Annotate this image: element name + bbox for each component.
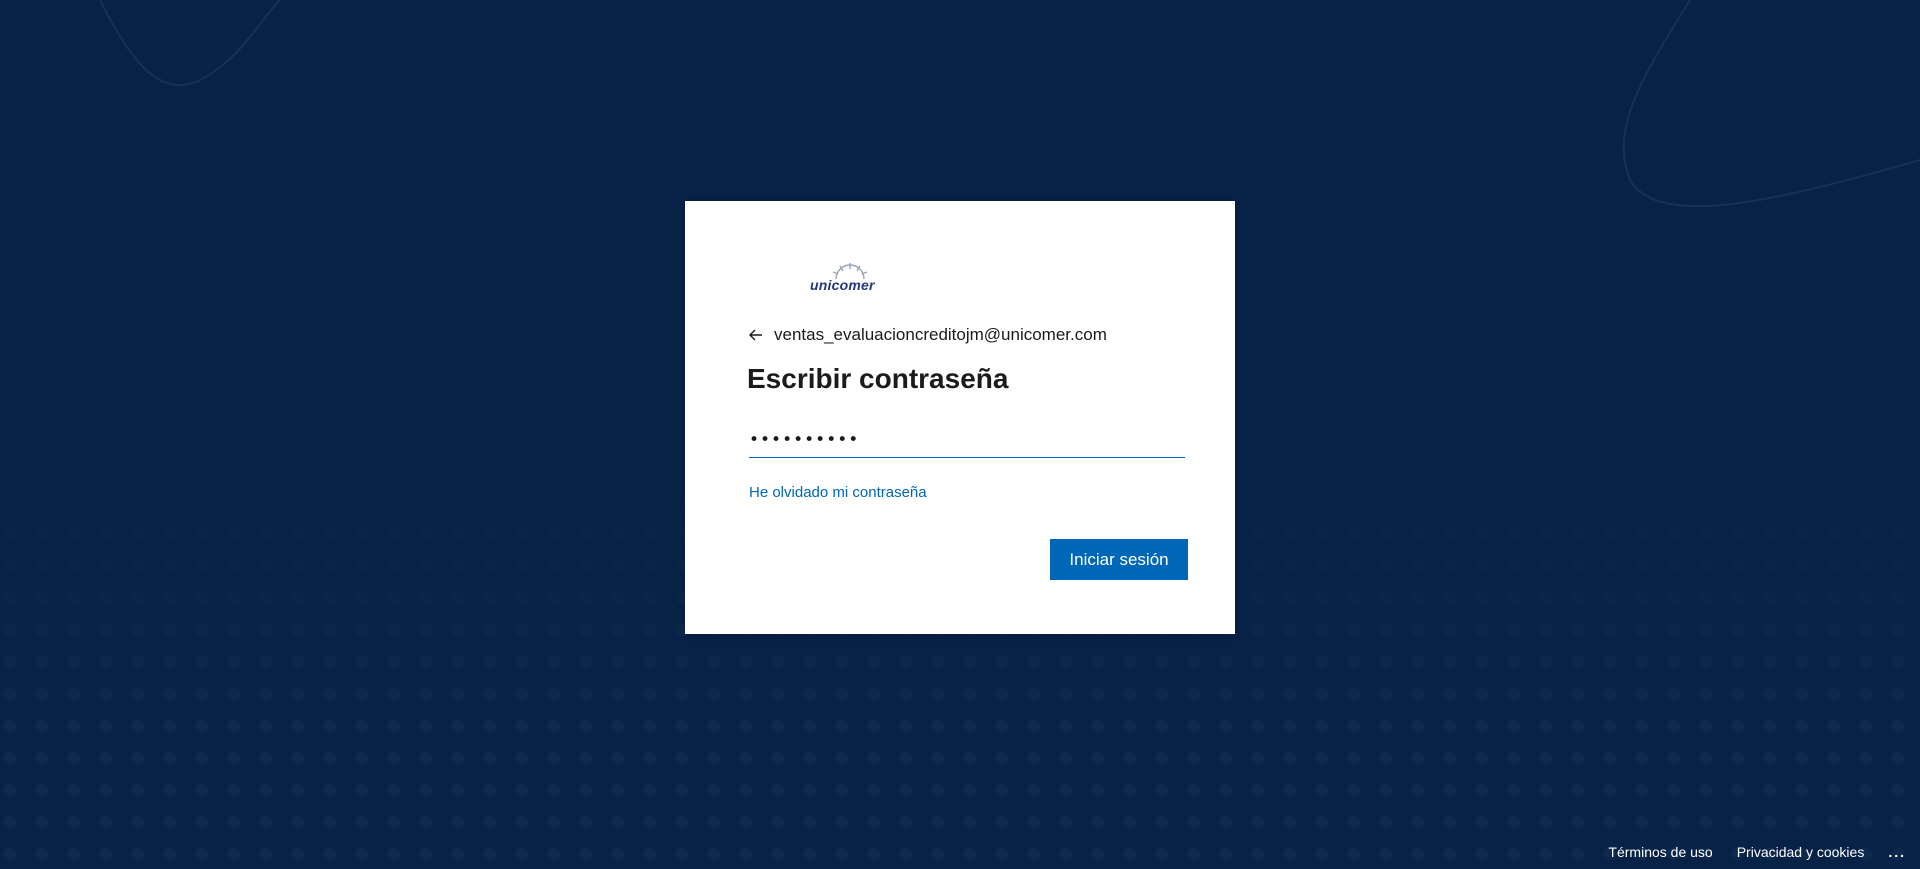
- logo-text: unicomer: [810, 277, 875, 293]
- identity-banner: ventas_evaluacioncreditojm@unicomer.com: [746, 325, 1107, 345]
- sign-in-button[interactable]: Iniciar sesión: [1050, 539, 1188, 580]
- sign-in-card: unicomer ventas_evaluacioncreditojm@unic…: [685, 201, 1235, 634]
- more-options-icon[interactable]: ...: [1888, 844, 1906, 860]
- page-title: Escribir contraseña: [747, 363, 1009, 394]
- forgot-password-link[interactable]: He olvidado mi contraseña: [749, 484, 927, 501]
- privacy-link[interactable]: Privacidad y cookies: [1737, 844, 1865, 860]
- password-field[interactable]: [749, 422, 1185, 458]
- back-arrow-icon[interactable]: [746, 325, 766, 345]
- footer: Términos de uso Privacidad y cookies ...: [1608, 835, 1920, 869]
- terms-link[interactable]: Términos de uso: [1608, 844, 1712, 860]
- identity-email: ventas_evaluacioncreditojm@unicomer.com: [774, 325, 1107, 344]
- unicomer-logo: unicomer: [810, 261, 890, 301]
